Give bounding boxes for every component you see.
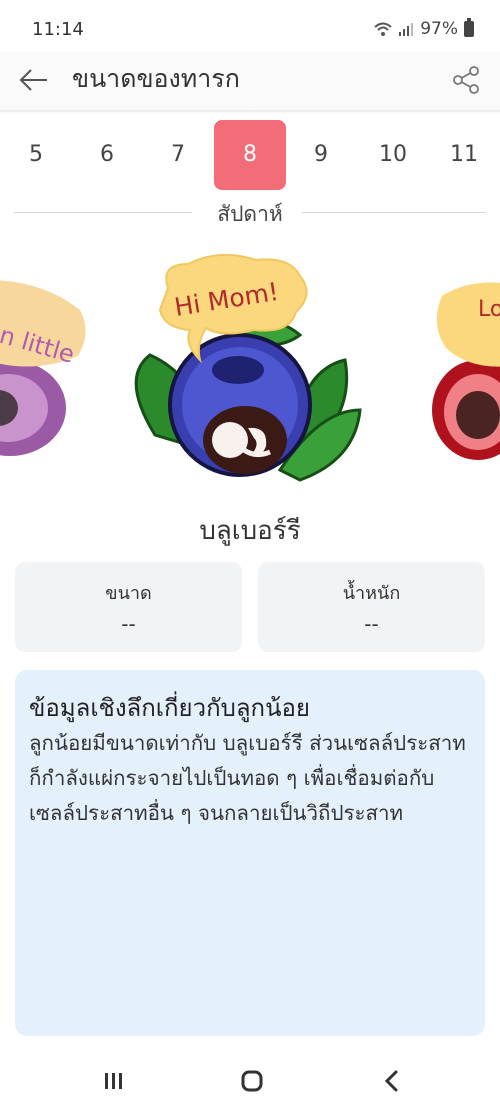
signal-icon bbox=[399, 23, 414, 36]
week-item-8-selected[interactable]: 8 bbox=[214, 120, 286, 190]
week-item-11[interactable]: 11 bbox=[428, 120, 500, 190]
fruit-name: บลูเบอร์รี bbox=[199, 516, 301, 546]
share-icon bbox=[453, 66, 479, 94]
baby-insight-card: ข้อมูลเชิงลึกเกี่ยวกับลูกน้อย ลูกน้อยมีข… bbox=[15, 670, 485, 1036]
wifi-icon bbox=[374, 22, 392, 36]
next-fruit-illustration[interactable]: Lo at bbox=[432, 282, 500, 461]
arrow-left-icon bbox=[19, 69, 47, 91]
battery-icon bbox=[464, 18, 474, 37]
week-item-6[interactable]: 6 bbox=[71, 120, 143, 190]
recent-apps-button[interactable] bbox=[93, 1064, 133, 1098]
weight-value: -- bbox=[364, 612, 379, 636]
week-divider-left bbox=[14, 212, 192, 213]
week-item-10[interactable]: 10 bbox=[357, 120, 429, 190]
week-item-7[interactable]: 7 bbox=[142, 120, 214, 190]
week-selector: 5 6 7 8 9 10 11 bbox=[0, 120, 500, 192]
size-label: ขนาด bbox=[105, 583, 152, 604]
system-nav-bar bbox=[0, 1050, 500, 1111]
insight-body: ลูกน้อยมีขนาดเท่ากับ บลูเบอร์รี ส่วนเซลล… bbox=[29, 731, 466, 825]
share-button[interactable] bbox=[448, 62, 484, 98]
system-back-button[interactable] bbox=[372, 1064, 412, 1098]
week-unit-label: สัปดาห์ bbox=[217, 202, 283, 226]
app-bar-divider bbox=[0, 110, 500, 114]
status-bar: 11:14 97% bbox=[0, 0, 500, 52]
blueberry-fetus-illustration: Hi Mom! bbox=[134, 253, 362, 482]
page-title: ขนาดของทารก bbox=[72, 64, 240, 93]
size-value: -- bbox=[121, 612, 136, 636]
status-time: 11:14 bbox=[32, 19, 84, 40]
weight-label: น้ำหนัก bbox=[342, 583, 401, 604]
status-indicators: 97% bbox=[374, 18, 474, 39]
weight-card: น้ำหนัก -- bbox=[258, 562, 485, 652]
recent-apps-icon bbox=[105, 1073, 122, 1089]
week-item-9[interactable]: 9 bbox=[285, 120, 357, 190]
home-icon bbox=[241, 1070, 263, 1092]
next-bubble-text: Lo at bbox=[478, 297, 500, 322]
insight-title: ข้อมูลเชิงลึกเกี่ยวกับลูกน้อย bbox=[29, 694, 310, 722]
home-button[interactable] bbox=[232, 1064, 272, 1098]
chevron-left-icon bbox=[384, 1070, 398, 1092]
battery-percent: 97% bbox=[420, 19, 458, 39]
fruit-carousel[interactable]: n little Hi Mom! Lo bbox=[0, 250, 500, 490]
previous-fruit-illustration[interactable]: n little bbox=[0, 280, 86, 456]
week-item-5[interactable]: 5 bbox=[0, 120, 72, 190]
week-divider-right bbox=[302, 212, 486, 213]
size-card: ขนาด -- bbox=[15, 562, 242, 652]
back-button[interactable] bbox=[16, 62, 52, 98]
